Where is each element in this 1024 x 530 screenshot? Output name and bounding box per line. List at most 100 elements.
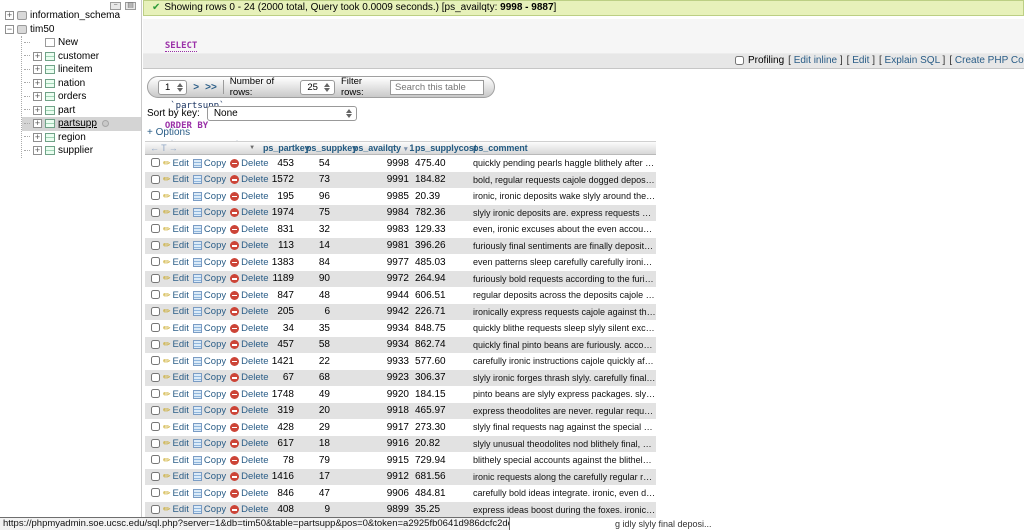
row-checkbox[interactable]: [151, 257, 160, 266]
copy-action[interactable]: Copy: [193, 224, 226, 235]
sidebar-table-item[interactable]: + supplier: [22, 144, 141, 158]
edit-link[interactable]: Edit: [173, 471, 189, 482]
copy-link[interactable]: Copy: [204, 405, 226, 416]
sidebar-item-tim50[interactable]: − tim50: [0, 23, 141, 37]
copy-action[interactable]: Copy: [193, 356, 226, 367]
copy-action[interactable]: Copy: [193, 306, 226, 317]
copy-action[interactable]: Copy: [193, 372, 226, 383]
row-checkbox[interactable]: [151, 208, 160, 217]
column-header-ps-comment[interactable]: ps_comment: [470, 143, 656, 153]
query-link-label[interactable]: Explain SQL: [885, 55, 940, 66]
edit-action[interactable]: ✏ Edit: [163, 273, 189, 284]
edit-link[interactable]: Edit: [173, 405, 189, 416]
copy-action[interactable]: Copy: [193, 191, 226, 202]
query-action-link[interactable]: [ Edit ]: [847, 55, 875, 66]
copy-link[interactable]: Copy: [204, 224, 226, 235]
copy-link[interactable]: Copy: [204, 257, 226, 268]
copy-action[interactable]: Copy: [193, 488, 226, 499]
edit-link[interactable]: Edit: [173, 504, 189, 515]
edit-link[interactable]: Edit: [173, 372, 189, 383]
edit-link[interactable]: Edit: [173, 174, 189, 185]
row-checkbox[interactable]: [151, 340, 160, 349]
expand-icon[interactable]: +: [33, 65, 42, 74]
query-link-label[interactable]: Edit inline: [794, 55, 837, 66]
expand-icon[interactable]: +: [33, 133, 42, 142]
panel-settings-icon[interactable]: ▤: [125, 2, 136, 10]
edit-action[interactable]: ✏ Edit: [163, 158, 189, 169]
edit-link[interactable]: Edit: [173, 455, 189, 466]
copy-link[interactable]: Copy: [204, 339, 226, 350]
row-checkbox[interactable]: [151, 472, 160, 481]
edit-link[interactable]: Edit: [173, 438, 189, 449]
row-checkbox[interactable]: [151, 307, 160, 316]
expand-icon[interactable]: +: [5, 11, 14, 20]
copy-link[interactable]: Copy: [204, 323, 226, 334]
edit-action[interactable]: ✏ Edit: [163, 224, 189, 235]
copy-link[interactable]: Copy: [204, 389, 226, 400]
expand-icon[interactable]: +: [33, 146, 42, 155]
copy-action[interactable]: Copy: [193, 422, 226, 433]
query-link-label[interactable]: Edit: [852, 55, 869, 66]
copy-link[interactable]: Copy: [204, 455, 226, 466]
row-checkbox[interactable]: [151, 488, 160, 497]
copy-action[interactable]: Copy: [193, 504, 226, 515]
expand-icon[interactable]: +: [33, 79, 42, 88]
edit-action[interactable]: ✏ Edit: [163, 207, 189, 218]
copy-link[interactable]: Copy: [204, 422, 226, 433]
sidebar-table-item[interactable]: + nation: [22, 77, 141, 91]
query-action-link[interactable]: [ Edit inline ]: [788, 55, 842, 66]
sidebar-item-information-schema[interactable]: + information_schema: [0, 9, 141, 23]
edit-link[interactable]: Edit: [173, 158, 189, 169]
row-checkbox[interactable]: [151, 323, 160, 332]
row-checkbox[interactable]: [151, 224, 160, 233]
column-swap-icon[interactable]: ← T →: [150, 143, 178, 153]
row-checkbox[interactable]: [151, 406, 160, 415]
row-checkbox[interactable]: [151, 373, 160, 382]
copy-action[interactable]: Copy: [193, 438, 226, 449]
edit-action[interactable]: ✏ Edit: [163, 455, 189, 466]
copy-action[interactable]: Copy: [193, 405, 226, 416]
edit-link[interactable]: Edit: [173, 422, 189, 433]
column-header-ps-availqty[interactable]: ps_availqty▾1: [350, 143, 412, 153]
row-checkbox[interactable]: [151, 241, 160, 250]
copy-action[interactable]: Copy: [193, 273, 226, 284]
edit-action[interactable]: ✏ Edit: [163, 438, 189, 449]
edit-action[interactable]: ✏ Edit: [163, 356, 189, 367]
edit-link[interactable]: Edit: [173, 389, 189, 400]
copy-action[interactable]: Copy: [193, 158, 226, 169]
edit-link[interactable]: Edit: [173, 356, 189, 367]
table-filter-input[interactable]: [390, 80, 484, 95]
edit-action[interactable]: ✏ Edit: [163, 240, 189, 251]
copy-link[interactable]: Copy: [204, 273, 226, 284]
last-page-button[interactable]: >>: [205, 82, 217, 93]
copy-link[interactable]: Copy: [204, 356, 226, 367]
row-checkbox[interactable]: [151, 422, 160, 431]
copy-action[interactable]: Copy: [193, 323, 226, 334]
copy-action[interactable]: Copy: [193, 389, 226, 400]
expand-icon[interactable]: +: [33, 106, 42, 115]
copy-link[interactable]: Copy: [204, 488, 226, 499]
edit-action[interactable]: ✏ Edit: [163, 389, 189, 400]
query-action-link[interactable]: [ Explain SQL ]: [879, 55, 945, 66]
edit-link[interactable]: Edit: [173, 488, 189, 499]
edit-action[interactable]: ✏ Edit: [163, 504, 189, 515]
copy-action[interactable]: Copy: [193, 339, 226, 350]
edit-link[interactable]: Edit: [173, 339, 189, 350]
copy-link[interactable]: Copy: [204, 504, 226, 515]
edit-link[interactable]: Edit: [173, 257, 189, 268]
copy-link[interactable]: Copy: [204, 240, 226, 251]
copy-action[interactable]: Copy: [193, 240, 226, 251]
copy-link[interactable]: Copy: [204, 438, 226, 449]
edit-action[interactable]: ✏ Edit: [163, 488, 189, 499]
sidebar-table-item[interactable]: + partsupp: [22, 117, 141, 131]
copy-link[interactable]: Copy: [204, 207, 226, 218]
edit-link[interactable]: Edit: [173, 290, 189, 301]
sidebar-table-item[interactable]: + orders: [22, 90, 141, 104]
row-checkbox[interactable]: [151, 389, 160, 398]
sidebar-table-item[interactable]: New: [22, 36, 141, 50]
edit-action[interactable]: ✏ Edit: [163, 191, 189, 202]
query-link-label[interactable]: Create PHP Code: [955, 55, 1024, 66]
edit-link[interactable]: Edit: [173, 323, 189, 334]
row-checkbox[interactable]: [151, 274, 160, 283]
sidebar-table-item[interactable]: + part: [22, 104, 141, 118]
